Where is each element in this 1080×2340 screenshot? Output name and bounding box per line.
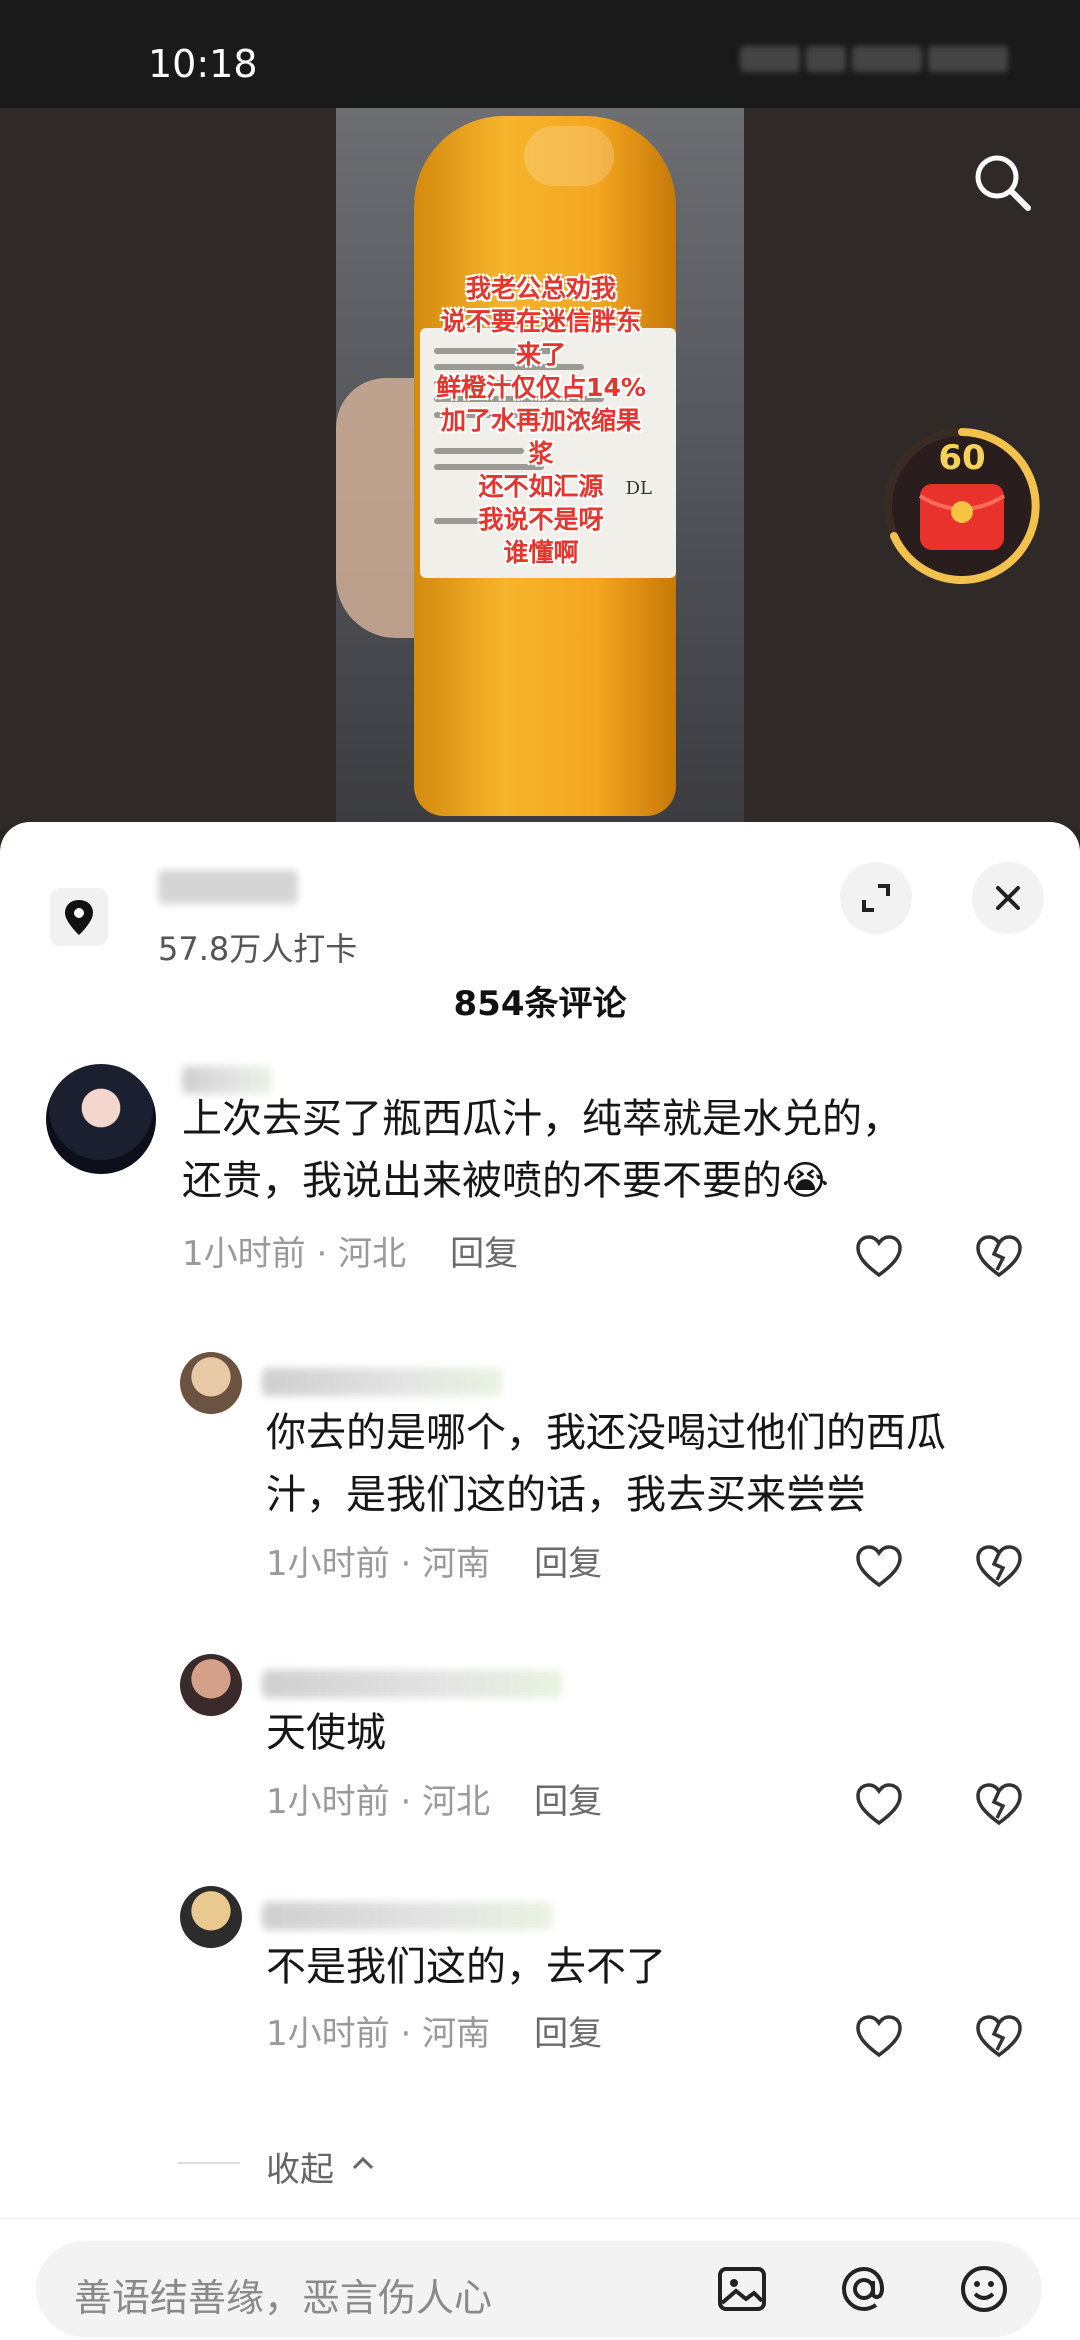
image-button[interactable] [712,2259,772,2319]
reply-item: 你去的是哪个，我还没喝过他们的西瓜 汁，是我们这的话，我去买来尝尝 1小时前 ·… [0,1352,1080,1588]
crying-laughing-emoji: 😭 [782,1158,829,1204]
comment-text-line: 汁，是我们这的话，我去买来尝尝 [266,1472,866,1518]
username-blurred[interactable] [262,1670,562,1698]
reply-button[interactable]: 回复 [534,1782,602,1822]
comment-input[interactable]: 善语结善缘，恶言伤人心 [36,2241,1042,2337]
like-button[interactable] [852,1540,906,1594]
caption-line: 说不要在迷信胖东 [440,307,641,336]
status-bar: 10:18 [0,0,1080,108]
comment-meta: 1小时前 · 河南 回复 [266,1544,603,1584]
reply-button[interactable]: 回复 [534,1544,602,1584]
dislike-button[interactable] [972,1778,1026,1832]
chevron-up-icon [352,2156,374,2170]
caption-line: 我老公总劝我 [465,274,616,303]
comment-input-placeholder: 善语结善缘，恶言伤人心 [74,2276,493,2320]
caption-line: 鲜橙汁仅仅占14% [436,373,646,402]
comment-text-line: 天使城 [266,1710,386,1756]
comment-region: 河南 [422,1544,491,1584]
divider [178,2162,240,2164]
reply-button[interactable]: 回复 [534,2014,602,2054]
location-name-blurred [158,870,298,904]
reply-button[interactable]: 回复 [450,1234,518,1274]
comment-text-line: 你去的是哪个，我还没喝过他们的西瓜 [266,1410,946,1456]
emoji-button[interactable] [954,2259,1014,2319]
username-blurred[interactable] [262,1902,552,1930]
avatar[interactable] [180,1654,242,1716]
location-pin-icon [65,900,93,935]
search-icon [975,155,1031,211]
comment-text[interactable]: 不是我们这的，去不了 [266,1936,966,1998]
username-blurred[interactable] [262,1368,502,1396]
heart-icon [856,1783,902,1826]
image-icon [718,2267,766,2311]
like-button[interactable] [852,1778,906,1832]
caption-line: 还不如汇源 [478,472,604,501]
caption-line: 来了 [515,340,566,369]
mention-button[interactable] [834,2259,894,2319]
comment-count-title: 854条评论 [453,984,627,1024]
dislike-button[interactable] [972,2010,1026,2064]
video-frame: DL 我老公总劝我 说不要在迷信胖东 来了 鲜橙汁仅仅占14% 加了水再加浓缩果… [336,108,744,828]
comment-time: 1小时前 [266,2014,390,2054]
reply-item: 天使城 1小时前 · 河北 回复 [0,1654,1080,1826]
dislike-button[interactable] [972,1230,1026,1284]
video-player[interactable]: DL 我老公总劝我 说不要在迷信胖东 来了 鲜橙汁仅仅占14% 加了水再加浓缩果… [0,108,1080,828]
expand-icon [862,884,890,912]
comment-text[interactable]: 你去的是哪个，我还没喝过他们的西瓜 汁，是我们这的话，我去买来尝尝 [266,1402,1056,1526]
comment-text[interactable]: 天使城 [266,1702,966,1764]
broken-heart-icon [976,2015,1022,2058]
avatar[interactable] [46,1064,156,1174]
close-icon [996,886,1020,910]
avatar[interactable] [180,1886,242,1948]
at-icon [841,2266,885,2312]
red-packet-widget[interactable]: 60 [878,422,1046,590]
comment-text-line: 不是我们这的，去不了 [266,1944,666,1990]
like-button[interactable] [852,2010,906,2064]
comment-meta: 1小时前 · 河南 回复 [266,2014,603,2054]
like-button[interactable] [852,1230,906,1284]
caption-line: 浆 [528,439,554,468]
comment-item: 上次去买了瓶西瓜汁，纯萃就是水兑的， 还贵，我说出来被喷的不要不要的😭 1小时前… [0,1064,1080,1304]
comment-time: 1小时前 [266,1544,390,1584]
video-caption: 我老公总劝我 说不要在迷信胖东 来了 鲜橙汁仅仅占14% 加了水再加浓缩果 浆 … [356,272,726,569]
collapse-label: 收起 [266,2150,334,2190]
red-packet-count: 60 [938,438,986,478]
comment-region: 河南 [422,2014,491,2054]
comment-time: 1小时前 [266,1782,390,1822]
search-button[interactable] [970,150,1034,214]
status-time: 10:18 [148,42,258,86]
avatar[interactable] [180,1352,242,1414]
caption-line: 加了水再加浓缩果 [440,406,641,435]
location-button[interactable] [50,888,108,946]
status-icons [740,40,1040,80]
comment-region: 河北 [422,1782,491,1822]
caption-line: 我说不是呀 [478,505,604,534]
heart-icon [856,2015,902,2058]
caption-line: 谁懂啊 [503,538,579,567]
location-checkins: 57.8万人打卡 [158,930,358,968]
broken-heart-icon [976,1235,1022,1278]
heart-icon [856,1545,902,1588]
comment-text-line: 上次去买了瓶西瓜汁，纯萃就是水兑的， [182,1096,902,1142]
heart-icon [856,1235,902,1278]
comment-meta: 1小时前 · 河北 回复 [266,1782,603,1822]
comment-text-line: 还贵，我说出来被喷的不要不要的 [182,1158,782,1204]
close-button[interactable] [972,862,1044,934]
comment-input-bar: 善语结善缘，恶言伤人心 [0,2218,1080,2340]
comment-text[interactable]: 上次去买了瓶西瓜汁，纯萃就是水兑的， 还贵，我说出来被喷的不要不要的😭 [182,1088,1042,1212]
comment-meta: 1小时前 · 河北 回复 [182,1234,519,1274]
emoji-icon [961,2266,1007,2312]
broken-heart-icon [976,1783,1022,1826]
comment-region: 河北 [338,1234,407,1274]
reply-item: 不是我们这的，去不了 1小时前 · 河南 回复 [0,1886,1080,2058]
dislike-button[interactable] [972,1540,1026,1594]
comment-time: 1小时前 [182,1234,306,1274]
comments-sheet: 57.8万人打卡 854条评论 上次去买了瓶西瓜汁，纯萃就是水兑的， 还贵，我说… [0,822,1080,2340]
broken-heart-icon [976,1545,1022,1588]
expand-button[interactable] [840,862,912,934]
